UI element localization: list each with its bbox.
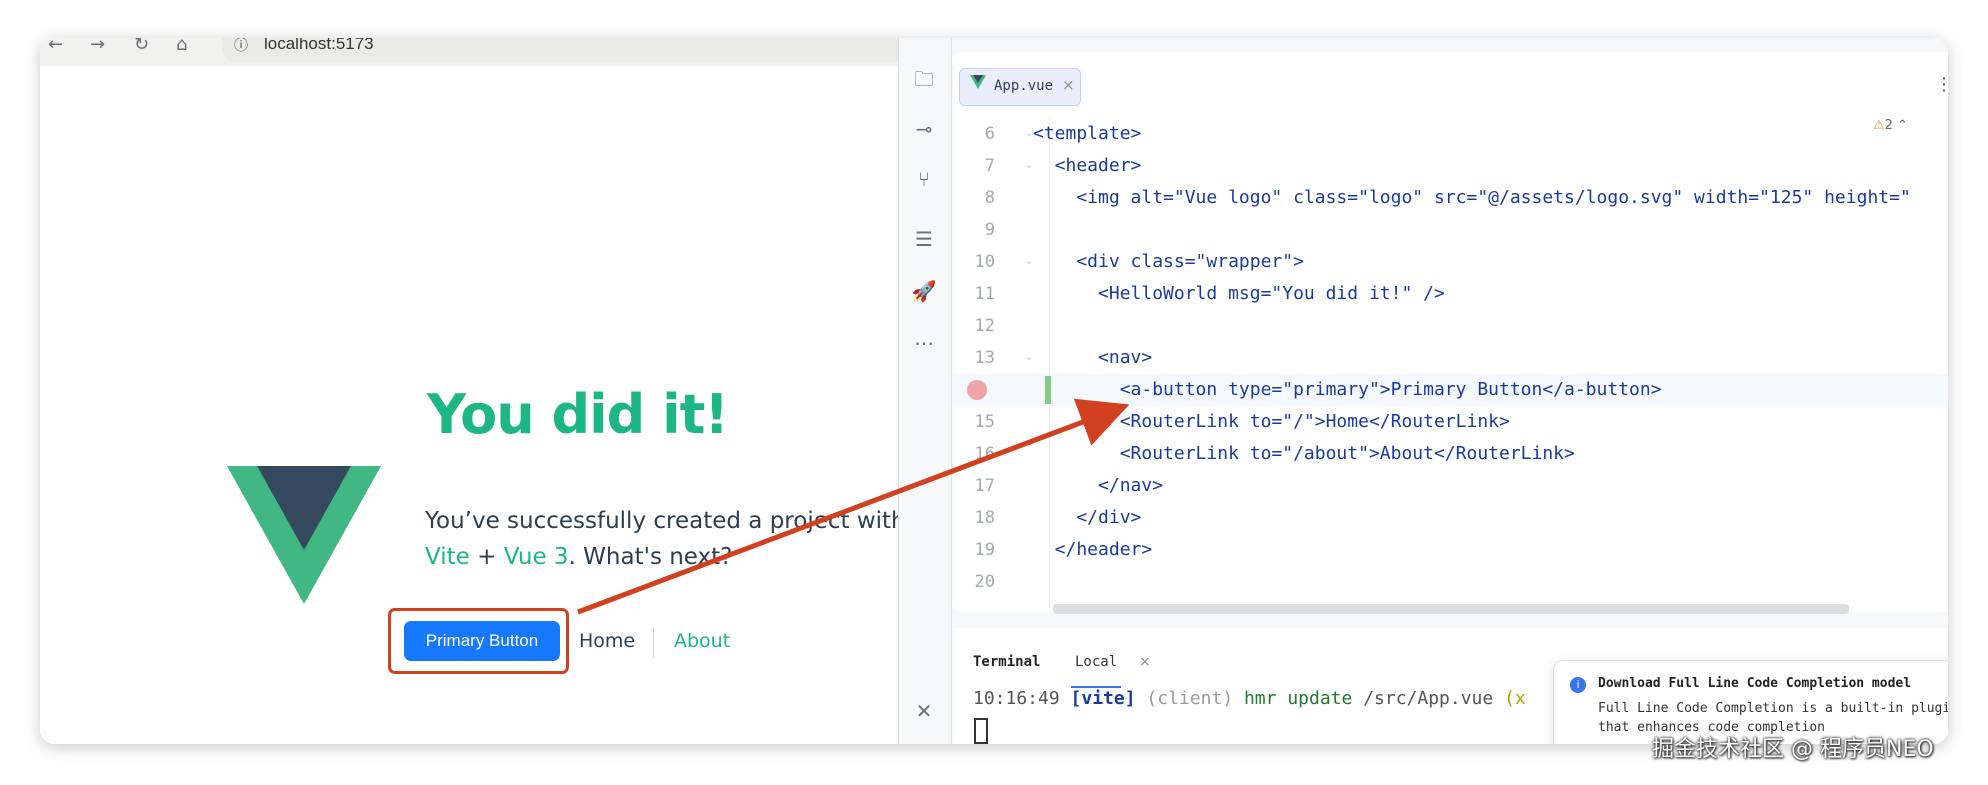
code-text: <RouterLink to="/about">About</RouterLin… bbox=[1033, 443, 1575, 464]
screenshot-frame: ← → ↻ ⌂ ⓘ localhost:5173 You did it! You… bbox=[40, 38, 1948, 744]
code-text: <img alt="Vue logo" class="logo" src="@/… bbox=[1033, 187, 1911, 208]
notification-title: Download Full Line Code Completion model bbox=[1598, 676, 1912, 691]
line-number: 12 bbox=[974, 316, 995, 336]
line-number: 13 bbox=[974, 348, 995, 368]
more-icon[interactable]: ⋯ bbox=[911, 330, 937, 356]
close-local-tab-icon[interactable]: × bbox=[1139, 654, 1151, 670]
code-text: <a-button type="primary">Primary Button<… bbox=[1033, 379, 1662, 400]
terminal-path: /src/App.vue bbox=[1363, 688, 1494, 709]
line-number: 15 bbox=[974, 412, 995, 432]
hero-title: You did it! bbox=[427, 383, 729, 446]
folder-icon[interactable]: 🗀 bbox=[911, 66, 937, 92]
terminal-output-line: 10:16:49 [vite] (client) hmr update /src… bbox=[973, 688, 1526, 709]
terminal-cursor bbox=[974, 718, 988, 744]
terminal-extra: (x bbox=[1504, 688, 1526, 709]
nav-home-link[interactable]: Home bbox=[579, 630, 635, 652]
nav-separator bbox=[653, 628, 654, 658]
address-bar[interactable]: ⓘ localhost:5173 bbox=[222, 38, 902, 62]
home-icon[interactable]: ⌂ bbox=[176, 38, 187, 58]
close-tab-icon[interactable]: × bbox=[1062, 76, 1075, 94]
tab-label: App.vue bbox=[994, 78, 1054, 94]
code-text: </header> bbox=[1033, 539, 1153, 560]
pull-requests-icon[interactable]: ⑂ bbox=[911, 166, 937, 192]
line-number: 10 bbox=[974, 252, 995, 272]
line-number: 16 bbox=[974, 444, 995, 464]
code-text: <header> bbox=[1033, 155, 1142, 176]
line-number: 17 bbox=[974, 476, 995, 496]
code-line: 11 <HelloWorld msg="You did it!" /> bbox=[953, 278, 1948, 310]
code-line: 12 bbox=[953, 310, 1948, 342]
vue-file-icon bbox=[970, 75, 986, 89]
jrebel-icon[interactable]: 🚀 bbox=[911, 278, 937, 304]
line-number: 11 bbox=[974, 284, 995, 304]
ide-window: 🗀 ⊸ ⑂ ☰ 🚀 ⋯ ✕ App.vue × ⋮ ⚠2 ⌃ 6 ⌄ <templa… bbox=[898, 38, 1948, 744]
terminal-message: hmr update bbox=[1243, 688, 1353, 709]
tab-terminal[interactable]: Terminal bbox=[973, 654, 1040, 670]
tab-app-vue[interactable]: App.vue × bbox=[959, 68, 1081, 106]
terminal-client: (client) bbox=[1146, 688, 1234, 709]
watermark-text: 掘金技术社区 @ 程序员NEO bbox=[1652, 737, 1934, 762]
code-text: <template> bbox=[1033, 123, 1142, 144]
tools-icon[interactable]: ✕ bbox=[911, 698, 937, 724]
terminal-tag: [vite] bbox=[1070, 688, 1136, 709]
horizontal-scrollbar[interactable] bbox=[1053, 604, 1849, 614]
reload-icon[interactable]: ↻ bbox=[134, 38, 149, 58]
code-line: 19 </header> bbox=[953, 534, 1948, 566]
vue3-link[interactable]: Vue 3 bbox=[504, 544, 569, 570]
address-url[interactable]: localhost:5173 bbox=[264, 38, 374, 54]
forward-icon[interactable]: → bbox=[90, 38, 105, 58]
code-text: <div class="wrapper"> bbox=[1033, 251, 1304, 272]
code-line: 20 bbox=[953, 566, 1948, 598]
vite-link[interactable]: Vite bbox=[425, 544, 470, 570]
greeting-end: . What's next? bbox=[568, 544, 733, 570]
code-line: 15 <RouterLink to="/">Home</RouterLink> bbox=[953, 406, 1948, 438]
code-line: 17 </nav> bbox=[953, 470, 1948, 502]
code-line: 7 ⌄ <header> bbox=[953, 150, 1948, 182]
greeting-text: You’ve successfully created a project wi… bbox=[425, 503, 906, 575]
browser-window: ← → ↻ ⌂ ⓘ localhost:5173 You did it! You… bbox=[40, 38, 906, 744]
code-line: 8 <img alt="Vue logo" class="logo" src="… bbox=[953, 182, 1948, 214]
code-text: </nav> bbox=[1033, 475, 1164, 496]
code-text: <RouterLink to="/">Home</RouterLink> bbox=[1033, 411, 1510, 432]
terminal-time: 10:16:49 bbox=[973, 688, 1060, 709]
breakpoint-icon[interactable] bbox=[967, 380, 987, 400]
tab-local[interactable]: Local bbox=[1071, 638, 1122, 688]
line-number: 18 bbox=[974, 508, 995, 528]
info-icon: i bbox=[1570, 677, 1586, 693]
vue-logo bbox=[227, 466, 381, 604]
code-text: <nav> bbox=[1033, 347, 1153, 368]
code-text: </div> bbox=[1033, 507, 1142, 528]
more-options-icon[interactable]: ⋮ bbox=[1935, 74, 1948, 95]
line-number: 9 bbox=[984, 220, 995, 240]
structure-icon[interactable]: ☰ bbox=[911, 226, 937, 252]
tool-strip: 🗀 ⊸ ⑂ ☰ 🚀 ⋯ ✕ bbox=[899, 38, 952, 744]
code-line: 10 ⌄ <div class="wrapper"> bbox=[953, 246, 1948, 278]
back-icon[interactable]: ← bbox=[48, 38, 63, 58]
code-editor[interactable]: App.vue × ⋮ ⚠2 ⌃ 6 ⌄ <template> 7 ⌄ <header… bbox=[953, 52, 1948, 614]
greeting-plus: + bbox=[469, 544, 504, 570]
code-line: 6 ⌄ <template> bbox=[953, 118, 1948, 150]
site-info-icon[interactable]: ⓘ bbox=[234, 38, 248, 55]
nav-about-link[interactable]: About bbox=[674, 630, 730, 652]
line-number: 19 bbox=[974, 540, 995, 560]
code-line: 16 <RouterLink to="/about">About</Router… bbox=[953, 438, 1948, 470]
code-line: 13 ⌄ <nav> bbox=[953, 342, 1948, 374]
terminal-panel[interactable]: Terminal Local × 10:16:49 [vite] (client… bbox=[953, 628, 1948, 744]
greeting-line1: You’ve successfully created a project wi… bbox=[425, 508, 906, 534]
code-text: <HelloWorld msg="You did it!" /> bbox=[1033, 283, 1445, 304]
code-line: 9 bbox=[953, 214, 1948, 246]
line-number: 8 bbox=[984, 188, 995, 208]
line-number: 6 bbox=[984, 124, 995, 144]
code-line-active: 14 <a-button type="primary">Primary Butt… bbox=[953, 374, 1948, 406]
commit-icon[interactable]: ⊸ bbox=[911, 116, 937, 142]
line-number: 20 bbox=[974, 572, 995, 592]
code-line: 18 </div> bbox=[953, 502, 1948, 534]
line-number: 7 bbox=[984, 156, 995, 176]
primary-button[interactable]: Primary Button bbox=[404, 621, 560, 661]
browser-toolbar: ← → ↻ ⌂ ⓘ localhost:5173 bbox=[40, 38, 902, 66]
